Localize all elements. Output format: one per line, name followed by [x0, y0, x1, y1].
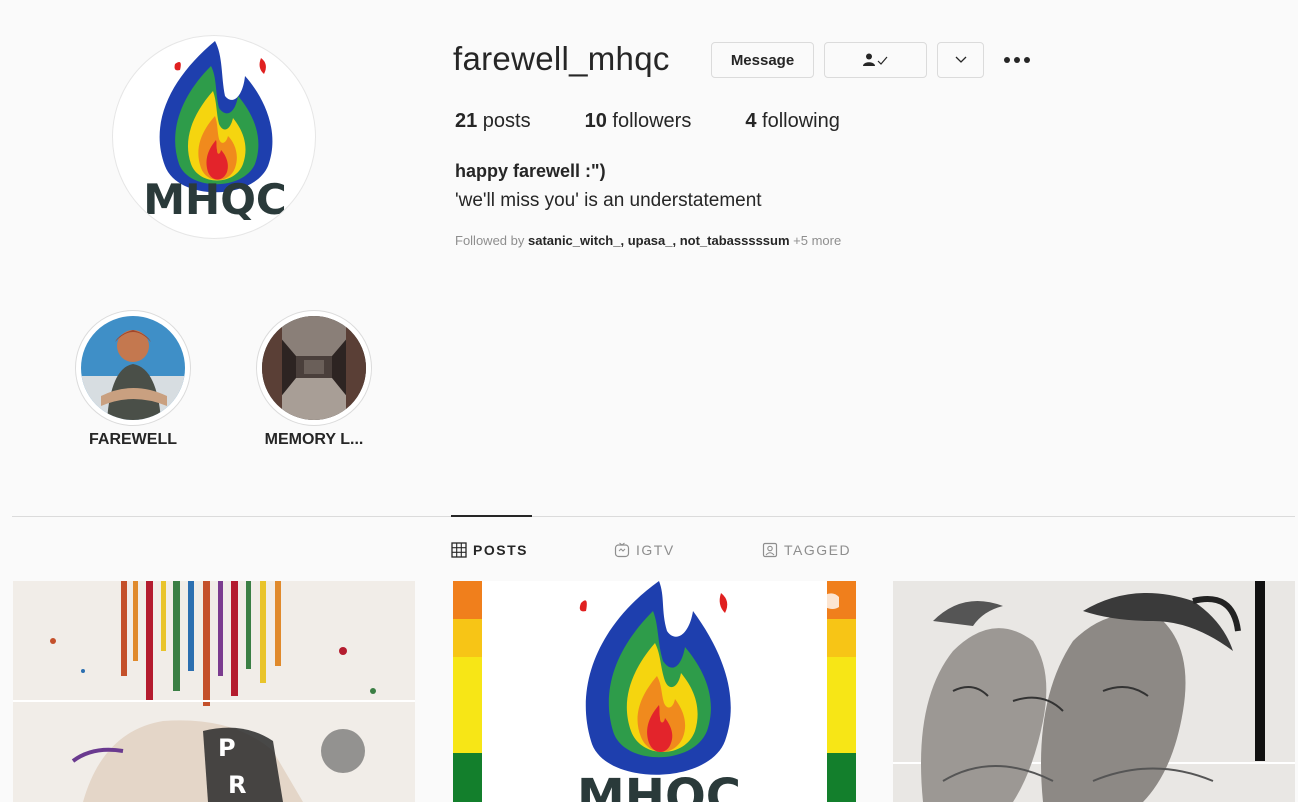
ellipsis-icon-dot [1014, 57, 1020, 63]
highlight-memory-lane-label: MEMORY L... [264, 431, 364, 448]
highlight-memory-lane-image [262, 316, 366, 420]
following-button[interactable] [824, 42, 927, 78]
suggested-accounts-button[interactable] [937, 42, 984, 78]
message-button[interactable]: Message [711, 42, 814, 78]
ellipsis-icon-dot [1004, 57, 1010, 63]
bio-name: happy farewell :") [455, 161, 606, 181]
followed-by-link[interactable]: Followed by satanic_witch_, upasa_, not_… [455, 233, 841, 248]
following-link[interactable]: 4 following [745, 110, 840, 133]
tabs-divider [12, 516, 1295, 517]
svg-text:MHQC: MHQC [577, 769, 741, 802]
profile-stats: 21 posts 10 followers 4 following [455, 110, 894, 133]
grid-icon [451, 542, 467, 558]
profile-avatar[interactable]: MHQC [112, 35, 316, 239]
posts-count: 21 posts [455, 110, 531, 132]
highlight-farewell-label: FAREWELL [89, 431, 177, 448]
mhqc-logo-icon: MHQC [143, 41, 287, 224]
tagged-icon [762, 542, 778, 558]
sketch-artwork-image [893, 581, 1295, 802]
igtv-icon [614, 542, 630, 558]
highlight-farewell-image [81, 316, 185, 420]
bio-text: 'we'll miss you' is an understatement [455, 190, 762, 211]
profile-username: farewell_mhqc [453, 40, 670, 77]
tab-tagged[interactable]: TAGGED [762, 542, 851, 558]
chevron-down-icon [955, 56, 966, 63]
highlight-memory-lane[interactable] [256, 310, 372, 426]
followers-link[interactable]: 10 followers [585, 110, 692, 133]
tab-igtv[interactable]: IGTV [614, 542, 675, 558]
ellipsis-icon-dot [1024, 57, 1030, 63]
post-thumbnail-1[interactable]: P R [13, 581, 415, 802]
tab-posts[interactable]: POSTS [451, 542, 528, 558]
active-tab-indicator [451, 515, 532, 517]
rainbow-paint-artwork-image: P R [13, 581, 415, 802]
highlight-farewell[interactable] [75, 310, 191, 426]
post-thumbnail-3[interactable] [893, 581, 1295, 802]
svg-text:P: P [218, 734, 236, 762]
svg-text:R: R [228, 771, 246, 799]
person-check-icon [862, 53, 887, 66]
svg-text:MHQC: MHQC [143, 175, 286, 224]
mhqc-logo-post-image: MHQC [453, 581, 856, 802]
post-thumbnail-2[interactable]: MHQC [453, 581, 856, 802]
more-options-button[interactable] [997, 42, 1037, 78]
